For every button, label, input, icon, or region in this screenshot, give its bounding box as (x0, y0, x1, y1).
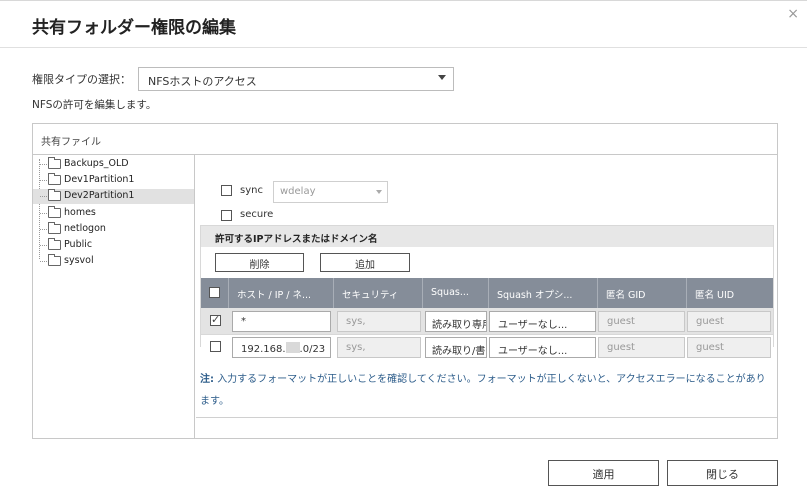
format-note: 注: 入力するフォーマットが正しいことを確認してください。フォーマットが正しくな… (200, 369, 774, 413)
tree-item-public[interactable]: Public (33, 238, 194, 253)
column-security[interactable]: セキュリティ (334, 278, 423, 308)
permission-type-value: NFSホストのアクセス (148, 75, 257, 88)
tree-item-dev2partition1[interactable]: Dev2Partition1 (33, 189, 194, 204)
delete-button[interactable]: 削除 (215, 253, 304, 272)
folder-icon (48, 173, 61, 185)
dropdown-arrow-icon (438, 75, 446, 80)
select-all-cell (201, 278, 229, 308)
edit-share-permission-dialog: 共有フォルダー権限の編集 × 権限タイプの選択： NFSホストのアクセス NFS… (0, 0, 807, 503)
table-row[interactable]: 192.168. .0/23 sys, 読み取り/書 ユーザーなし... gues… (201, 334, 773, 360)
anon-uid-field: guest (687, 337, 771, 358)
tree-item-dev1partition1[interactable]: Dev1Partition1 (33, 173, 194, 188)
folder-icon (48, 157, 61, 169)
note-divider (196, 417, 777, 418)
folder-icon (48, 254, 61, 266)
nfs-description: NFSの許可を編集します。 (32, 99, 157, 111)
tree-item-backups-old[interactable]: Backups_OLD (33, 157, 194, 172)
wdelay-select: wdelay (273, 181, 388, 203)
sync-label: sync (240, 185, 263, 196)
close-button[interactable]: 閉じる (667, 460, 778, 486)
host-prefix: 192.168. (241, 344, 286, 355)
folder-icon (48, 206, 61, 218)
folder-icon (48, 222, 61, 234)
row-checkbox[interactable] (210, 313, 221, 326)
anon-gid-field: guest (598, 337, 685, 358)
anon-gid-field: guest (598, 311, 685, 332)
host-input[interactable]: * (232, 311, 331, 332)
redacted-mask (285, 342, 300, 353)
tree-item-label: sysvol (64, 255, 94, 266)
permission-type-select[interactable]: NFSホストのアクセス (138, 67, 454, 91)
allowed-ip-panel: 許可するIPアドレスまたはドメイン名 削除 追加 ホスト / IP / ネ...… (200, 225, 774, 360)
folder-tree: Backups_OLD Dev1Partition1 Dev2Partition… (33, 155, 195, 438)
tree-item-label: Backups_OLD (64, 158, 129, 169)
tree-item-label: Public (64, 239, 93, 250)
permission-type-label: 権限タイプの選択： (32, 73, 131, 86)
squash-select[interactable]: 読み取り専用 (425, 311, 487, 332)
shared-files-panel: 共有ファイル Backups_OLD Dev1Partition1 Dev2Pa… (32, 123, 778, 439)
apply-button[interactable]: 適用 (548, 460, 659, 486)
folder-icon (48, 189, 61, 201)
allowed-ip-header: 許可するIPアドレスまたはドメイン名 (201, 226, 773, 247)
wdelay-value: wdelay (280, 186, 316, 197)
tree-item-label: netlogon (64, 223, 106, 234)
secure-label: secure (240, 209, 274, 220)
note-prefix: 注: (200, 374, 214, 385)
table-row[interactable]: * sys, 読み取り専用 ユーザーなし... guest guest (201, 308, 773, 334)
select-all-checkbox[interactable] (209, 287, 220, 298)
sync-checkbox[interactable] (221, 185, 232, 196)
note-text: 入力するフォーマットが正しいことを確認してください。フォーマットが正しくないと、… (200, 374, 766, 407)
row-checkbox[interactable] (210, 341, 221, 352)
dropdown-arrow-icon (376, 190, 382, 194)
tree-item-label: Dev2Partition1 (64, 190, 135, 201)
tree-item-label: homes (64, 207, 96, 218)
shared-files-title: 共有ファイル (41, 137, 101, 148)
tree-item-label: Dev1Partition1 (64, 174, 135, 185)
anon-uid-field: guest (687, 311, 771, 332)
column-squash-option[interactable]: Squash オプシ... (489, 278, 598, 308)
column-squash[interactable]: Squas... (423, 278, 489, 308)
tree-item-homes[interactable]: homes (33, 206, 194, 221)
column-anon-uid[interactable]: 匿名 UID (687, 278, 773, 308)
squash-option-select[interactable]: ユーザーなし... (489, 311, 596, 332)
dialog-title: 共有フォルダー権限の編集 (32, 18, 236, 38)
tree-item-sysvol[interactable]: sysvol (33, 254, 194, 269)
host-input[interactable]: 192.168. .0/23 (232, 337, 331, 358)
host-suffix: .0/23 (299, 344, 326, 355)
security-field: sys, (337, 337, 421, 358)
close-icon[interactable]: × (787, 6, 799, 22)
column-anon-gid[interactable]: 匿名 GID (598, 278, 687, 308)
secure-checkbox[interactable] (221, 210, 232, 221)
title-divider (0, 47, 807, 48)
tree-item-netlogon[interactable]: netlogon (33, 222, 194, 237)
add-button[interactable]: 追加 (320, 253, 410, 272)
squash-option-select[interactable]: ユーザーなし... (489, 337, 596, 358)
squash-select[interactable]: 読み取り/書 (425, 337, 487, 358)
host-table-header: ホスト / IP / ネ... セキュリティ Squas... Squash オ… (201, 278, 773, 308)
security-field: sys, (337, 311, 421, 332)
nfs-settings-area: sync wdelay secure 許可するIPアドレスまたはドメイン名 削除… (196, 155, 777, 438)
column-host[interactable]: ホスト / IP / ネ... (229, 278, 334, 308)
folder-icon (48, 238, 61, 250)
